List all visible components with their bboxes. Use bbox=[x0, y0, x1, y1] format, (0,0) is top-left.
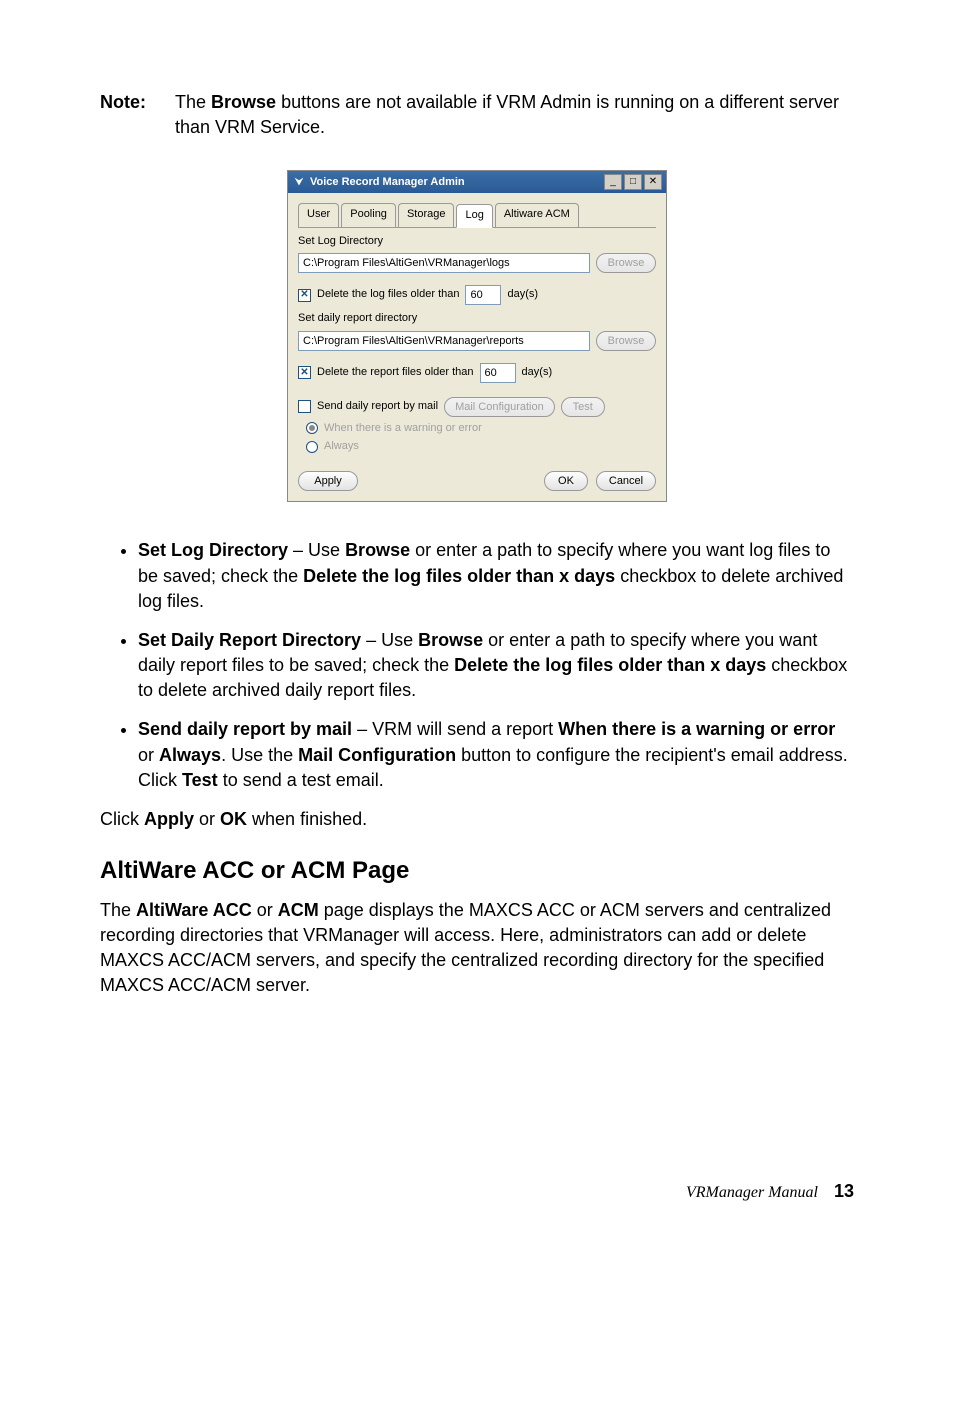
ao-pre: Click bbox=[100, 809, 144, 829]
sp-pre: The bbox=[100, 900, 136, 920]
sp-b2: ACM bbox=[278, 900, 319, 920]
delete-logs-days-input[interactable] bbox=[465, 285, 501, 305]
bullet-list: Set Log Directory – Use Browse or enter … bbox=[100, 538, 854, 793]
bullet-1: Set Log Directory – Use Browse or enter … bbox=[138, 538, 854, 614]
b3-m1: – VRM will send a report bbox=[352, 719, 558, 739]
titlebar: Voice Record Manager Admin _ □ ✕ bbox=[288, 171, 666, 193]
send-mail-label: Send daily report by mail bbox=[317, 399, 438, 414]
ao-post: when finished. bbox=[247, 809, 367, 829]
note-text: The Browse buttons are not available if … bbox=[175, 90, 854, 140]
minimize-icon: _ bbox=[610, 175, 616, 189]
app-icon bbox=[292, 175, 306, 189]
b3-bold3: Always bbox=[159, 745, 221, 765]
report-dir-row: Browse bbox=[298, 331, 656, 351]
delete-reports-label: Delete the report files older than bbox=[317, 365, 474, 380]
page-footer: VRManager Manual 13 bbox=[100, 1179, 854, 1204]
minimize-button[interactable]: _ bbox=[604, 174, 622, 190]
delete-reports-days-input[interactable] bbox=[480, 363, 516, 383]
delete-logs-label: Delete the log files older than bbox=[317, 287, 459, 302]
b1-bold1: Set Log Directory bbox=[138, 540, 288, 560]
section-paragraph: The AltiWare ACC or ACM page displays th… bbox=[100, 898, 854, 999]
delete-logs-checkbox[interactable]: ✕ bbox=[298, 289, 311, 302]
tab-pooling[interactable]: Pooling bbox=[341, 203, 396, 226]
b3-tail: to send a test email. bbox=[218, 770, 384, 790]
maximize-icon: □ bbox=[630, 175, 636, 189]
tab-user[interactable]: User bbox=[298, 203, 339, 226]
browse-report-button[interactable]: Browse bbox=[596, 331, 656, 351]
b2-m1: – Use bbox=[361, 630, 418, 650]
b3-m3: . Use the bbox=[221, 745, 298, 765]
titlebar-buttons: _ □ ✕ bbox=[604, 174, 662, 190]
titlebar-left: Voice Record Manager Admin bbox=[292, 175, 465, 190]
ao-b2: OK bbox=[220, 809, 247, 829]
set-report-dir-label: Set daily report directory bbox=[298, 311, 656, 326]
ao-b1: Apply bbox=[144, 809, 194, 829]
radio-always-label: Always bbox=[324, 439, 359, 454]
b3-bold2: When there is a warning or error bbox=[558, 719, 835, 739]
bullet-2: Set Daily Report Directory – Use Browse … bbox=[138, 628, 854, 704]
dialog-footer: Apply OK Cancel bbox=[298, 457, 656, 491]
b1-bold2: Browse bbox=[345, 540, 410, 560]
b3-bold5: Test bbox=[182, 770, 218, 790]
delete-logs-row: ✕ Delete the log files older than day(s) bbox=[298, 285, 656, 305]
note-text-bold: Browse bbox=[211, 92, 276, 112]
radio-warning[interactable] bbox=[306, 422, 318, 434]
radio-warning-row: When there is a warning or error bbox=[306, 421, 656, 436]
log-dir-row: Browse bbox=[298, 253, 656, 273]
note-text-prefix: The bbox=[175, 92, 211, 112]
tab-storage[interactable]: Storage bbox=[398, 203, 455, 226]
test-button[interactable]: Test bbox=[561, 397, 605, 417]
report-dir-input[interactable] bbox=[298, 331, 590, 351]
b1-bold3: Delete the log files older than x days bbox=[303, 566, 615, 586]
b2-bold2: Browse bbox=[418, 630, 483, 650]
cancel-button[interactable]: Cancel bbox=[596, 471, 656, 491]
browse-log-button[interactable]: Browse bbox=[596, 253, 656, 273]
close-icon: ✕ bbox=[649, 175, 657, 189]
delete-reports-checkbox[interactable]: ✕ bbox=[298, 366, 311, 379]
days-suffix-2: day(s) bbox=[522, 365, 553, 380]
radio-always[interactable] bbox=[306, 441, 318, 453]
b2-bold3: Delete the log files older than x days bbox=[454, 655, 766, 675]
sp-b1: AltiWare ACC bbox=[136, 900, 252, 920]
close-button[interactable]: ✕ bbox=[644, 174, 662, 190]
send-mail-checkbox[interactable]: ✕ bbox=[298, 400, 311, 413]
b1-m1: – Use bbox=[288, 540, 345, 560]
radio-warning-label: When there is a warning or error bbox=[324, 421, 482, 436]
footer-page-number: 13 bbox=[834, 1179, 854, 1204]
note-label: Note: bbox=[100, 90, 175, 140]
days-suffix-1: day(s) bbox=[507, 287, 538, 302]
set-log-dir-label: Set Log Directory bbox=[298, 234, 656, 249]
sp-m1: or bbox=[252, 900, 278, 920]
ok-button[interactable]: OK bbox=[544, 471, 588, 491]
tab-row: User Pooling Storage Log Altiware ACM bbox=[298, 203, 656, 227]
delete-reports-row: ✕ Delete the report files older than day… bbox=[298, 363, 656, 383]
log-dir-input[interactable] bbox=[298, 253, 590, 273]
bullet-3: Send daily report by mail – VRM will sen… bbox=[138, 717, 854, 793]
ao-mid: or bbox=[194, 809, 220, 829]
b3-m2: or bbox=[138, 745, 159, 765]
tab-altiware[interactable]: Altiware ACM bbox=[495, 203, 579, 226]
dialog-window: Voice Record Manager Admin _ □ ✕ User Po… bbox=[287, 170, 667, 502]
apply-button[interactable]: Apply bbox=[298, 471, 358, 491]
b3-bold4: Mail Configuration bbox=[298, 745, 456, 765]
b2-bold1: Set Daily Report Directory bbox=[138, 630, 361, 650]
b3-bold1: Send daily report by mail bbox=[138, 719, 352, 739]
note-row: Note: The Browse buttons are not availab… bbox=[100, 90, 854, 140]
radio-always-row: Always bbox=[306, 439, 656, 454]
maximize-button[interactable]: □ bbox=[624, 174, 642, 190]
section-heading: AltiWare ACC or ACM Page bbox=[100, 854, 854, 888]
dialog-screenshot: Voice Record Manager Admin _ □ ✕ User Po… bbox=[100, 170, 854, 502]
footer-title: VRManager Manual bbox=[686, 1182, 818, 1204]
dialog-body: User Pooling Storage Log Altiware ACM Se… bbox=[288, 193, 666, 501]
send-mail-row: ✕ Send daily report by mail Mail Configu… bbox=[298, 397, 656, 417]
tab-log[interactable]: Log bbox=[456, 204, 492, 227]
mail-config-button[interactable]: Mail Configuration bbox=[444, 397, 555, 417]
apply-ok-paragraph: Click Apply or OK when finished. bbox=[100, 807, 854, 832]
window-title: Voice Record Manager Admin bbox=[310, 175, 465, 190]
